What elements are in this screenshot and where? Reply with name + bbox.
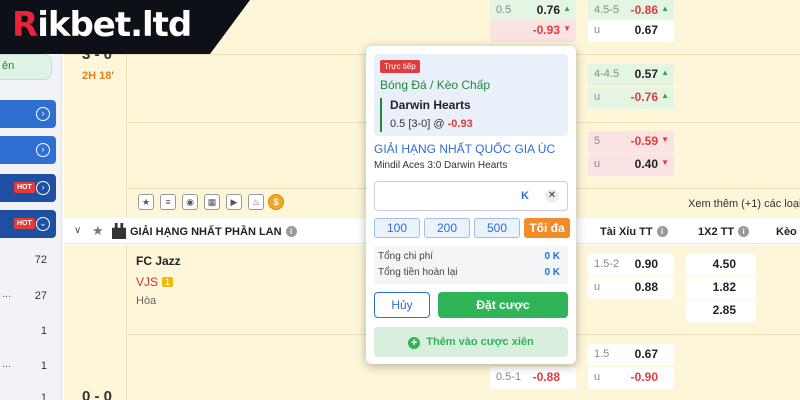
play-icon[interactable]: ▶ bbox=[226, 194, 242, 210]
total-refund-value: 0 K bbox=[544, 267, 560, 278]
sidebar-count: 27 bbox=[34, 290, 47, 302]
match-score: 0 - 0 bbox=[82, 388, 113, 400]
popup-league: GIẢI HẠNG NHẤT QUỐC GIA ÚC bbox=[374, 142, 556, 156]
col-divider bbox=[126, 245, 127, 400]
odds-cell-ou[interactable]: 4-4.5 0.57 ▲ bbox=[588, 64, 674, 86]
selected-team: Darwin Hearts bbox=[390, 98, 471, 112]
info-icon[interactable]: i bbox=[738, 226, 750, 237]
star-icon[interactable]: ★ bbox=[92, 223, 104, 239]
close-icon[interactable]: ✕ bbox=[545, 189, 559, 203]
stake-input[interactable]: K ✕ bbox=[374, 181, 568, 211]
sidebar-count: 1 bbox=[40, 392, 47, 400]
quick-amount-button[interactable]: 200 bbox=[424, 218, 470, 238]
selection-card: Trực tiếp Bóng Đá / Kèo Chấp Darwin Hear… bbox=[374, 54, 568, 136]
col-divider bbox=[126, 54, 127, 218]
odds-cell-ou[interactable]: 5 -0.59 ▼ bbox=[588, 131, 674, 153]
sidebar-count: 72 bbox=[34, 254, 47, 266]
hot-badge: HOT bbox=[14, 218, 35, 229]
scoreboard-icon[interactable]: ▦ bbox=[204, 194, 220, 210]
eye-icon[interactable]: ◉ bbox=[182, 194, 198, 210]
odds-cell-1x2-draw[interactable]: 2.85 bbox=[686, 300, 756, 322]
col-more-header: Kèo C bbox=[776, 226, 800, 238]
chevron-down-icon: ⌄ bbox=[36, 217, 50, 231]
quick-amount-button[interactable]: 500 bbox=[474, 218, 520, 238]
home-team: FC Jazz bbox=[136, 254, 181, 268]
stats-icon[interactable]: ≡ bbox=[160, 194, 176, 210]
coin-icon[interactable]: $ bbox=[268, 194, 284, 210]
arrow-up-icon: ▲ bbox=[661, 4, 669, 13]
sidebar-item[interactable]: › bbox=[0, 136, 56, 164]
info-icon[interactable]: i bbox=[285, 226, 297, 237]
selected-line: 0.5 [3-0] @ bbox=[390, 118, 448, 130]
league-flag-icon bbox=[112, 223, 126, 239]
chevron-right-icon: › bbox=[36, 107, 50, 121]
sidebar-count: 1 bbox=[40, 360, 47, 372]
odds-cell-ou[interactable]: u -0.90 bbox=[588, 367, 674, 389]
sidebar-live-pill[interactable]: ên bbox=[0, 54, 52, 80]
col-ou-header: Tài Xỉu TT bbox=[600, 226, 653, 238]
bet-type: Bóng Đá / Kèo Chấp bbox=[380, 78, 491, 92]
odds-cell-ou[interactable]: 1.5 0.67 bbox=[588, 344, 674, 366]
add-to-parlay-button[interactable]: + Thêm vào cược xiên bbox=[374, 327, 568, 357]
arrow-up-icon: ▲ bbox=[661, 68, 669, 77]
hot-badge: HOT bbox=[14, 182, 35, 193]
quick-amount-button[interactable]: 100 bbox=[374, 218, 420, 238]
total-refund-label: Tổng tiền hoàn lại bbox=[378, 267, 458, 278]
chevron-right-icon: › bbox=[36, 143, 50, 157]
odds-cell-ou[interactable]: u 0.40 ▼ bbox=[588, 154, 674, 176]
fire-icon[interactable]: ♨ bbox=[248, 194, 264, 210]
sidebar-dots: ... bbox=[2, 358, 12, 370]
league-name: GIẢI HẠNG NHẤT PHẦN LAN bbox=[130, 226, 282, 238]
odds-cell-hdp[interactable]: 0.5-1 -0.88 bbox=[490, 367, 576, 389]
stake-unit: K bbox=[521, 190, 529, 202]
match-time: 2H 18' bbox=[82, 70, 114, 82]
info-icon[interactable]: i bbox=[656, 226, 668, 237]
sidebar-item-hot[interactable]: HOT ⌄ bbox=[0, 210, 56, 238]
odds-cell-1x2-away[interactable]: 1.82 bbox=[686, 277, 756, 299]
arrow-up-icon: ▲ bbox=[563, 4, 571, 13]
bet-summary: Tổng chi phí 0 K Tổng tiền hoàn lại 0 K bbox=[374, 246, 568, 284]
place-bet-button[interactable]: Đặt cược bbox=[438, 292, 568, 318]
arrow-up-icon: ▲ bbox=[661, 91, 669, 100]
arrow-down-icon: ▼ bbox=[661, 135, 669, 144]
selected-odds: -0.93 bbox=[447, 118, 473, 130]
sidebar-item[interactable]: › bbox=[0, 100, 56, 128]
cancel-button[interactable]: Hủy bbox=[374, 292, 430, 318]
chevron-right-icon: › bbox=[36, 181, 50, 195]
star-icon[interactable]: ★ bbox=[138, 194, 154, 210]
plus-icon: + bbox=[408, 337, 421, 349]
odds-cell-ou[interactable]: u -0.76 ▲ bbox=[588, 87, 674, 109]
sidebar-count: 1 bbox=[40, 325, 47, 337]
arrow-down-icon: ▼ bbox=[661, 158, 669, 167]
draw-label: Hòa bbox=[136, 295, 157, 307]
odds-cell-1x2-home[interactable]: 4.50 bbox=[686, 254, 756, 276]
odds-cell-ou[interactable]: u 0.67 bbox=[588, 20, 674, 42]
chevron-down-icon[interactable]: ∨ bbox=[74, 225, 81, 236]
live-badge: Trực tiếp bbox=[380, 60, 420, 73]
arrow-down-icon: ▼ bbox=[563, 24, 571, 33]
col-1x2-header: 1X2 TT bbox=[698, 226, 735, 238]
total-cost-label: Tổng chi phí bbox=[378, 251, 434, 262]
odds-cell-hdp-selected[interactable]: -0.93 ▼ bbox=[490, 20, 576, 42]
sidebar: ên › › HOT › HOT ⌄ 72 ... 27 1 1 ... 1 bbox=[0, 0, 62, 400]
selection-marker bbox=[380, 98, 382, 132]
popup-match: Mindil Aces 3:0 Darwin Hearts bbox=[374, 160, 508, 171]
max-amount-button[interactable]: Tối đa bbox=[524, 218, 570, 238]
bet-slip-popup: Trực tiếp Bóng Đá / Kèo Chấp Darwin Hear… bbox=[366, 46, 576, 364]
sidebar-dots: ... bbox=[2, 288, 12, 300]
odds-cell-ou[interactable]: u 0.88 bbox=[588, 277, 674, 299]
total-cost-value: 0 K bbox=[544, 251, 560, 262]
card-badge: 1 bbox=[162, 277, 174, 287]
odds-cell-ou[interactable]: 1.5-2 0.90 bbox=[588, 254, 674, 276]
odds-cell-ou[interactable]: 4.5-5 -0.86 ▲ bbox=[588, 0, 674, 22]
see-more-link[interactable]: Xem thêm (+1) các loại bbox=[688, 198, 800, 210]
odds-cell-hdp[interactable]: 0.5 0.76 ▲ bbox=[490, 0, 576, 22]
away-team: VJS bbox=[136, 275, 159, 289]
sidebar-item-hot[interactable]: HOT › bbox=[0, 174, 56, 202]
brand-logo[interactable]: Rikbet.ltd bbox=[12, 5, 192, 45]
